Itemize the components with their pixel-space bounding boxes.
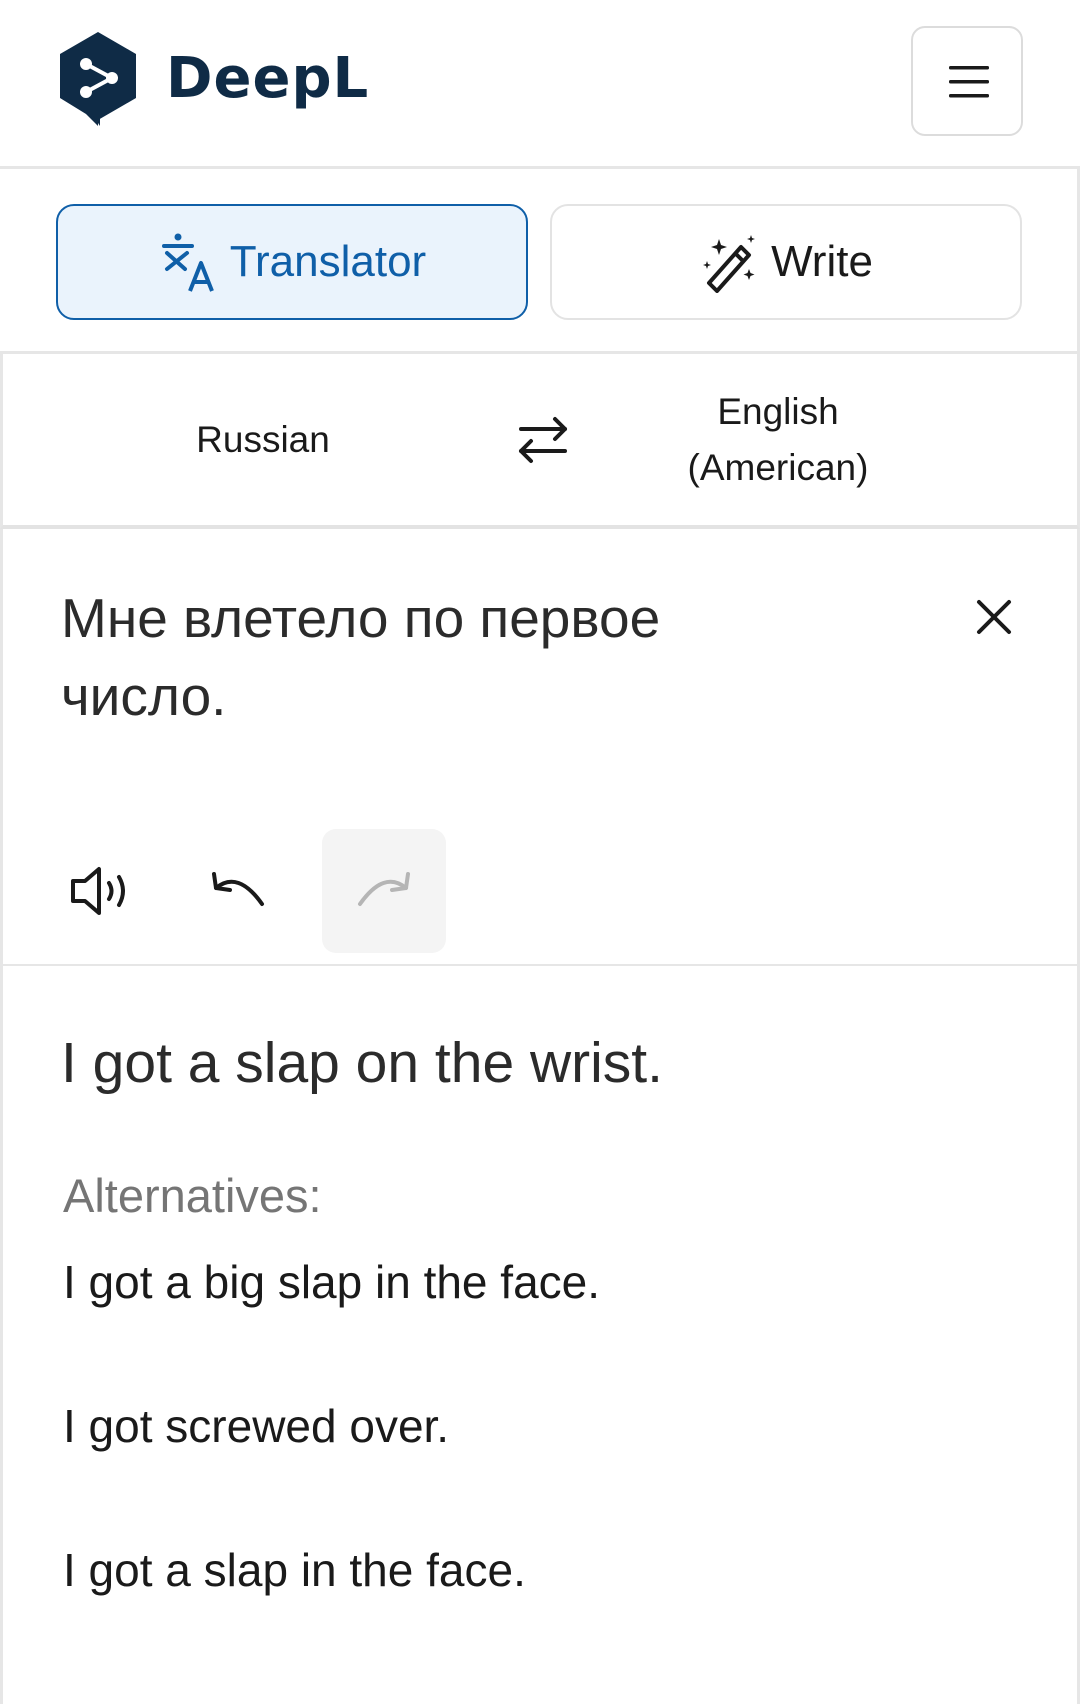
source-text-input[interactable]: Мне влетело по первое число.	[61, 579, 761, 735]
language-selector: Russian English (American)	[0, 354, 1080, 529]
alternatives-label: Alternatives:	[63, 1169, 322, 1222]
menu-button[interactable]	[911, 26, 1023, 136]
redo-icon	[358, 872, 410, 906]
tab-translator[interactable]: Translator	[56, 204, 528, 320]
hamburger-menu-icon	[949, 66, 989, 98]
clear-text-button[interactable]	[969, 592, 1019, 642]
alternative-item[interactable]: I got a slap in the face.	[63, 1540, 526, 1600]
close-icon	[977, 600, 1011, 634]
source-text-panel: Мне влетело по первое число.	[0, 529, 1080, 966]
redo-button[interactable]	[322, 829, 446, 953]
alternative-item[interactable]: I got a big slap in the face.	[63, 1252, 600, 1312]
listen-button[interactable]	[40, 829, 164, 953]
swap-arrows-icon	[519, 417, 567, 463]
magic-wand-icon	[699, 231, 759, 293]
tab-write[interactable]: Write	[550, 204, 1022, 320]
undo-button[interactable]	[176, 829, 300, 953]
alternative-item[interactable]: I got screwed over.	[63, 1396, 449, 1456]
speaker-icon	[71, 867, 125, 915]
app-header: DeepL	[0, 0, 1080, 169]
target-language-select[interactable]: English (American)	[643, 354, 913, 525]
tab-translator-label: Translator	[229, 237, 427, 286]
source-language-select[interactable]: Russian	[163, 354, 363, 525]
brand-name: DeepL	[166, 46, 370, 111]
translate-icon	[158, 231, 218, 293]
deepl-translator-page: DeepL Translator Write Russian English (…	[0, 0, 1080, 1704]
translation-text[interactable]: I got a slap on the wrist.	[61, 1028, 663, 1098]
mode-switcher: Translator Write	[0, 169, 1080, 354]
translation-output-panel: I got a slap on the wrist. Alternatives:…	[0, 966, 1080, 1704]
tab-write-label: Write	[771, 237, 873, 286]
undo-icon	[212, 872, 264, 906]
deepl-logo-icon[interactable]	[56, 30, 140, 128]
swap-languages-button[interactable]	[513, 409, 573, 469]
